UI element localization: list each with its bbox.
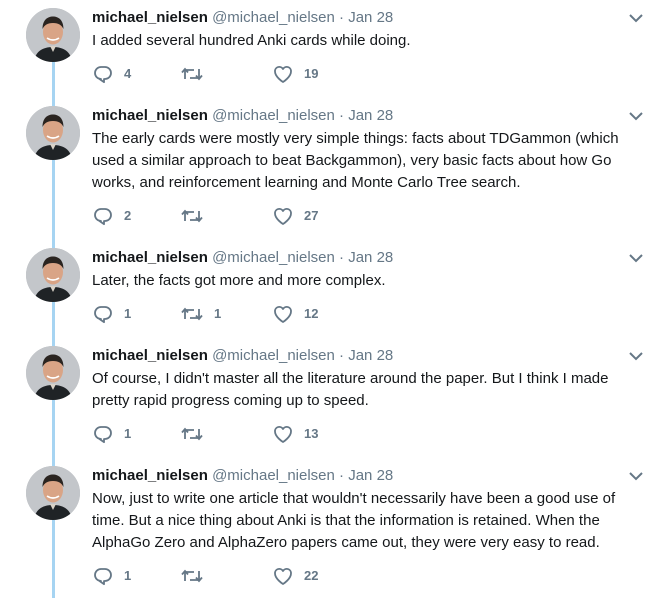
tweet-text: The early cards were mostly very simple …	[92, 130, 619, 191]
like-button[interactable]: 27	[272, 206, 318, 226]
like-count: 22	[304, 568, 319, 583]
reply-button[interactable]: 1	[92, 304, 131, 324]
avatar[interactable]	[26, 106, 80, 160]
reply-button[interactable]: 1	[92, 566, 131, 586]
chevron-down-icon[interactable]	[628, 468, 644, 484]
tweet[interactable]: michael_nielsen @michael_nielsen · Jan 2…	[0, 248, 662, 338]
avatar[interactable]	[26, 248, 80, 302]
like-count: 13	[304, 426, 319, 441]
reply-button[interactable]: 4	[92, 64, 131, 84]
heart-icon	[272, 304, 294, 324]
reply-icon	[92, 64, 114, 84]
separator: ·	[339, 467, 345, 484]
like-button[interactable]: 19	[272, 64, 318, 84]
chevron-down-icon[interactable]	[628, 10, 644, 26]
reply-icon	[92, 304, 114, 324]
reply-count: 1	[124, 426, 132, 441]
tweet[interactable]: michael_nielsen @michael_nielsen · Jan 2…	[0, 106, 662, 238]
reply-count: 2	[124, 208, 132, 223]
heart-icon	[272, 206, 294, 226]
author-handle[interactable]: @michael_nielsen	[212, 9, 335, 26]
author-name[interactable]: michael_nielsen	[92, 347, 208, 364]
retweet-icon	[180, 206, 204, 226]
retweet-icon	[180, 304, 204, 324]
avatar[interactable]	[26, 346, 80, 400]
avatar[interactable]	[26, 466, 80, 520]
tweet-date[interactable]: Jan 28	[348, 347, 393, 364]
retweet-button[interactable]	[180, 64, 214, 84]
avatar[interactable]	[26, 8, 80, 62]
separator: ·	[339, 9, 345, 26]
reply-button[interactable]: 2	[92, 206, 131, 226]
author-name[interactable]: michael_nielsen	[92, 107, 208, 124]
tweet[interactable]: michael_nielsen @michael_nielsen · Jan 2…	[0, 346, 662, 458]
author-handle[interactable]: @michael_nielsen	[212, 347, 335, 364]
chevron-down-icon[interactable]	[628, 108, 644, 124]
author-handle[interactable]: @michael_nielsen	[212, 467, 335, 484]
reply-icon	[92, 424, 114, 444]
tweet-date[interactable]: Jan 28	[348, 9, 393, 26]
tweet[interactable]: michael_nielsen @michael_nielsen · Jan 2…	[0, 8, 662, 98]
reply-button[interactable]: 1	[92, 424, 131, 444]
tweet-header: michael_nielsen @michael_nielsen · Jan 2…	[92, 466, 393, 486]
retweet-button[interactable]: 1	[180, 304, 221, 324]
retweet-count: 1	[214, 306, 222, 321]
reply-count: 1	[124, 306, 132, 321]
reply-count: 1	[124, 568, 132, 583]
tweet-date[interactable]: Jan 28	[348, 249, 393, 266]
chevron-down-icon[interactable]	[628, 348, 644, 364]
heart-icon	[272, 64, 294, 84]
separator: ·	[339, 347, 345, 364]
retweet-icon	[180, 566, 204, 586]
retweet-icon	[180, 64, 204, 84]
retweet-button[interactable]	[180, 566, 214, 586]
tweet-header: michael_nielsen @michael_nielsen · Jan 2…	[92, 346, 393, 366]
tweet-date[interactable]: Jan 28	[348, 467, 393, 484]
separator: ·	[339, 249, 345, 266]
heart-icon	[272, 566, 294, 586]
tweet-text: I added several hundred Anki cards while…	[92, 32, 411, 49]
like-count: 19	[304, 66, 319, 81]
tweet-text: Later, the facts got more and more compl…	[92, 272, 386, 289]
separator: ·	[339, 107, 345, 124]
author-handle[interactable]: @michael_nielsen	[212, 107, 335, 124]
author-name[interactable]: michael_nielsen	[92, 467, 208, 484]
tweet-date[interactable]: Jan 28	[348, 107, 393, 124]
like-button[interactable]: 22	[272, 566, 318, 586]
like-button[interactable]: 13	[272, 424, 318, 444]
like-count: 27	[304, 208, 319, 223]
reply-icon	[92, 566, 114, 586]
retweet-button[interactable]	[180, 424, 214, 444]
author-name[interactable]: michael_nielsen	[92, 9, 208, 26]
tweet-header: michael_nielsen @michael_nielsen · Jan 2…	[92, 106, 393, 126]
heart-icon	[272, 424, 294, 444]
retweet-button[interactable]	[180, 206, 214, 226]
tweet-header: michael_nielsen @michael_nielsen · Jan 2…	[92, 248, 393, 268]
tweet-text: Now, just to write one article that woul…	[92, 490, 616, 551]
retweet-icon	[180, 424, 204, 444]
tweet[interactable]: michael_nielsen @michael_nielsen · Jan 2…	[0, 466, 662, 598]
like-count: 12	[304, 306, 319, 321]
chevron-down-icon[interactable]	[628, 250, 644, 266]
tweet-header: michael_nielsen @michael_nielsen · Jan 2…	[92, 8, 393, 28]
author-handle[interactable]: @michael_nielsen	[212, 249, 335, 266]
reply-count: 4	[124, 66, 132, 81]
author-name[interactable]: michael_nielsen	[92, 249, 208, 266]
like-button[interactable]: 12	[272, 304, 318, 324]
tweet-text: Of course, I didn't master all the liter…	[92, 370, 609, 409]
reply-icon	[92, 206, 114, 226]
